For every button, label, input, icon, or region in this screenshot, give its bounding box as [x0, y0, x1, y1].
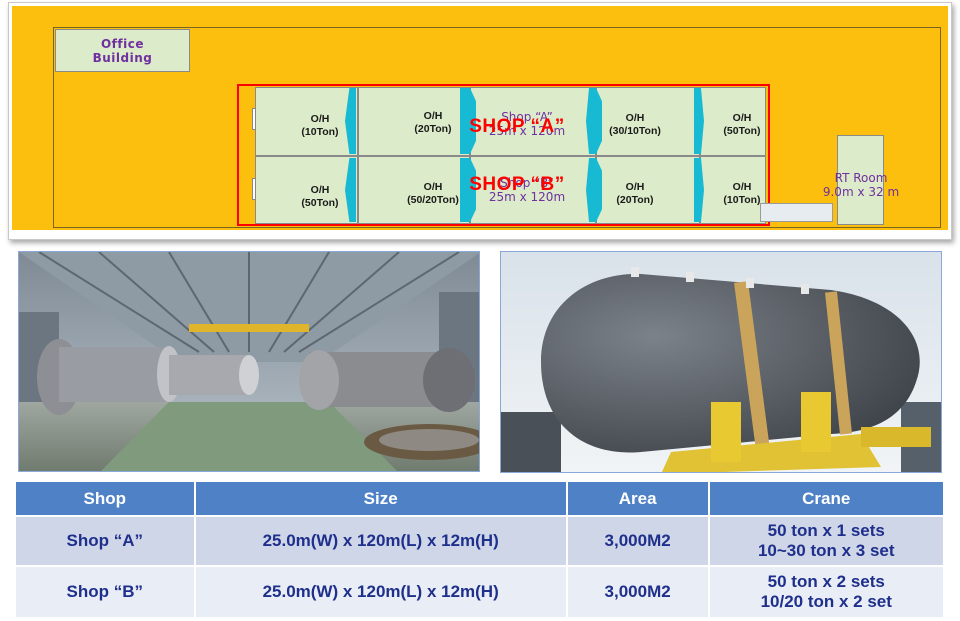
- crane-line: 50 ton x 1 sets: [767, 521, 885, 540]
- header-size: Size: [193, 480, 568, 517]
- header-area: Area: [565, 480, 710, 517]
- cell-size: 25.0m(W) x 120m(L) x 12m(H): [193, 515, 568, 567]
- office-building: Office Building: [55, 29, 190, 72]
- office-label-line2: Building: [92, 50, 153, 65]
- cell-area: 3,000M2: [565, 515, 710, 567]
- cell-crane: 50 ton x 1 sets 10~30 ton x 3 set: [707, 515, 946, 567]
- crane-line: 50 ton x 2 sets: [767, 572, 885, 591]
- pressure-vessel-image: [501, 252, 941, 472]
- cell-shop: Shop “B”: [14, 565, 196, 619]
- shop-outline: [237, 84, 770, 226]
- cell-area: 3,000M2: [565, 565, 710, 619]
- shop-spec-table: Shop Size Area Crane Shop “A” 25.0m(W) x…: [14, 480, 946, 619]
- cell-shop: Shop “A”: [14, 515, 196, 567]
- crane-line: 10~30 ton x 3 set: [757, 541, 895, 560]
- table-row: Shop “A” 25.0m(W) x 120m(L) x 12m(H) 3,0…: [14, 515, 946, 567]
- factory-interior-photo: [18, 251, 480, 472]
- rt-room-label: RT Room 9.0m x 32 m: [806, 171, 916, 199]
- header-crane: Crane: [707, 480, 946, 517]
- rt-room-name: RT Room: [834, 171, 888, 185]
- factory-interior-image: [19, 252, 479, 471]
- table-header-row: Shop Size Area Crane: [14, 480, 946, 517]
- crane-line: 10/20 ton x 2 set: [760, 592, 892, 611]
- cell-crane: 50 ton x 2 sets 10/20 ton x 2 set: [707, 565, 946, 619]
- header-shop: Shop: [14, 480, 196, 517]
- pressure-vessel-photo: [500, 251, 942, 473]
- annex-box: [760, 203, 833, 222]
- rt-room-size: 9.0m x 32 m: [822, 185, 900, 199]
- table-row: Shop “B” 25.0m(W) x 120m(L) x 12m(H) 3,0…: [14, 565, 946, 619]
- office-label-line1: Office: [100, 36, 144, 51]
- cell-size: 25.0m(W) x 120m(L) x 12m(H): [193, 565, 568, 619]
